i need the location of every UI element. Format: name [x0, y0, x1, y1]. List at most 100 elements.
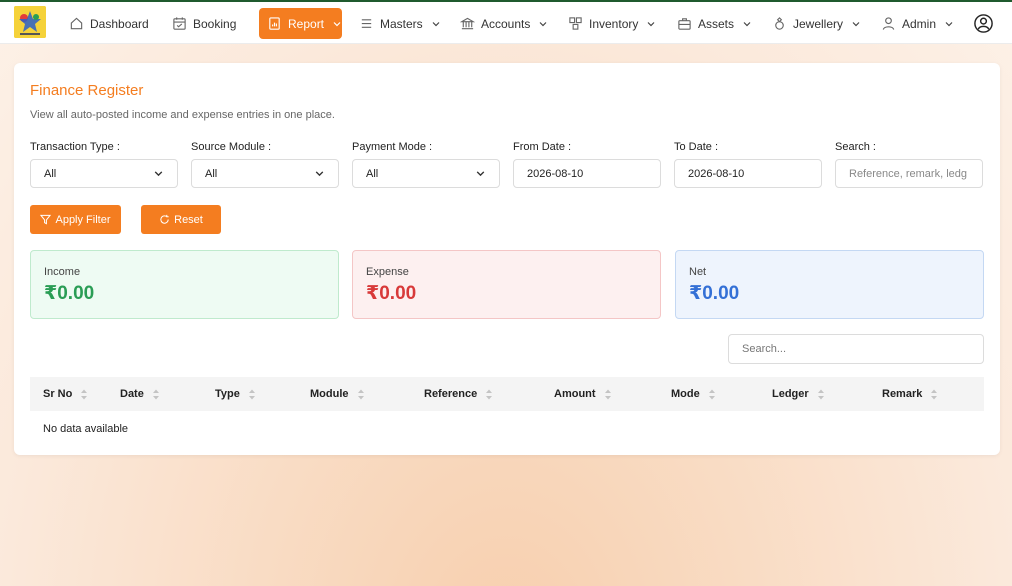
column-header-label: Reference	[424, 388, 478, 400]
ring-icon	[775, 17, 784, 30]
finance-register-card: Finance Register View all auto-posted in…	[14, 63, 1000, 455]
column-header-label: Module	[310, 388, 349, 400]
column-header-label: Type	[215, 388, 240, 400]
user-icon	[882, 17, 895, 30]
page-title: Finance Register	[30, 82, 144, 99]
column-header-amount[interactable]: Amount	[554, 377, 612, 411]
chevron-down-icon	[315, 171, 324, 177]
nav-report[interactable]: Report	[259, 8, 342, 39]
column-header-label: Ledger	[772, 388, 809, 400]
nav-assets[interactable]: Assets	[669, 8, 760, 39]
sort-icon	[604, 389, 611, 399]
nav-label: Report	[288, 16, 325, 31]
column-header-reference[interactable]: Reference	[424, 377, 493, 411]
column-header-remark[interactable]: Remark	[882, 377, 938, 411]
menu-lines-icon	[361, 19, 372, 28]
column-header-type[interactable]: Type	[215, 377, 256, 411]
source-module-label: Source Module :	[191, 141, 272, 153]
column-header-sr-no[interactable]: Sr No	[43, 377, 88, 411]
chevron-down-icon	[945, 21, 953, 26]
nav-masters[interactable]: Masters	[351, 8, 449, 39]
chevron-down-icon	[476, 171, 485, 177]
nav-dashboard[interactable]: Dashboard	[61, 8, 157, 39]
transaction-type-select[interactable]: All	[30, 159, 178, 188]
income-value: ₹0.00	[44, 283, 95, 304]
sort-icon	[486, 389, 493, 399]
nav-label: Admin	[902, 16, 937, 31]
profile-circle-icon[interactable]	[973, 13, 994, 34]
filter-search-placeholder: Reference, remark, ledg	[849, 167, 967, 180]
table-empty-message: No data available	[43, 423, 129, 435]
net-value: ₹0.00	[689, 283, 740, 304]
brand-logo[interactable]	[14, 6, 46, 38]
to-date-label: To Date :	[674, 141, 719, 153]
nav-inventory[interactable]: Inventory	[560, 8, 664, 39]
transaction-type-value: All	[44, 167, 57, 180]
to-date-value: 2026-08-10	[688, 167, 745, 180]
payment-mode-label: Payment Mode :	[352, 141, 433, 153]
bank-icon	[460, 17, 475, 30]
nav-label: Assets	[698, 16, 735, 31]
chevron-down-icon	[852, 21, 860, 26]
home-icon	[70, 17, 83, 30]
apply-filter-button[interactable]: Apply Filter	[30, 205, 121, 234]
chevron-down-icon	[154, 171, 163, 177]
payment-mode-value: All	[366, 167, 379, 180]
column-header-label: Sr No	[43, 388, 73, 400]
expense-value: ₹0.00	[366, 283, 417, 304]
nav-label: Booking	[193, 16, 237, 31]
search-label: Search :	[835, 141, 876, 153]
column-header-module[interactable]: Module	[310, 377, 365, 411]
column-header-label: Remark	[882, 388, 923, 400]
nav-admin[interactable]: Admin	[873, 8, 962, 39]
column-header-label: Mode	[671, 388, 700, 400]
table-search-input[interactable]: Search...	[728, 334, 984, 364]
chevron-down-icon	[539, 21, 547, 26]
income-label: Income	[44, 266, 81, 278]
sort-icon	[357, 389, 364, 399]
reset-label: Reset	[174, 213, 203, 226]
expense-summary-card: Expense ₹0.00	[352, 250, 661, 319]
income-summary-card: Income ₹0.00	[30, 250, 339, 319]
column-header-label: Amount	[554, 388, 596, 400]
nav-accounts[interactable]: Accounts	[452, 8, 556, 39]
chevron-down-icon	[333, 21, 341, 26]
nav-jewellery[interactable]: Jewellery	[764, 8, 869, 39]
apply-filter-label: Apply Filter	[55, 213, 111, 226]
nav-label: Inventory	[589, 16, 639, 31]
sort-icon	[931, 389, 938, 399]
refresh-icon	[160, 214, 169, 224]
report-icon	[269, 17, 280, 30]
nav-label: Masters	[380, 16, 423, 31]
to-date-input[interactable]: 2026-08-10	[674, 159, 822, 188]
page-subtitle: View all auto-posted income and expense …	[30, 109, 335, 121]
payment-mode-select[interactable]: All	[352, 159, 500, 188]
sort-icon	[708, 389, 715, 399]
boxes-icon	[569, 17, 582, 30]
source-module-value: All	[205, 167, 218, 180]
filter-search-input[interactable]: Reference, remark, ledg	[835, 159, 983, 188]
filter-icon	[40, 214, 52, 225]
sort-icon	[152, 389, 159, 399]
calendar-icon	[173, 17, 186, 30]
sort-icon	[248, 389, 255, 399]
net-summary-card: Net ₹0.00	[675, 250, 984, 319]
nav-label: Accounts	[481, 16, 531, 31]
nav-booking[interactable]: Booking	[164, 8, 244, 39]
from-date-value: 2026-08-10	[527, 167, 584, 180]
expense-label: Expense	[366, 266, 409, 278]
sort-icon	[817, 389, 824, 399]
source-module-select[interactable]: All	[191, 159, 339, 188]
column-header-ledger[interactable]: Ledger	[772, 377, 825, 411]
from-date-input[interactable]: 2026-08-10	[513, 159, 661, 188]
sort-icon	[81, 389, 88, 399]
reset-button[interactable]: Reset	[141, 205, 221, 234]
column-header-mode[interactable]: Mode	[671, 377, 716, 411]
net-label: Net	[689, 266, 707, 278]
transaction-type-label: Transaction Type :	[30, 141, 120, 153]
top-navbar: Dashboard Booking Report Masters Account…	[0, 2, 1012, 44]
column-header-date[interactable]: Date	[120, 377, 160, 411]
nav-label: Dashboard	[90, 16, 149, 31]
briefcase-icon	[678, 18, 691, 30]
from-date-label: From Date :	[513, 141, 572, 153]
